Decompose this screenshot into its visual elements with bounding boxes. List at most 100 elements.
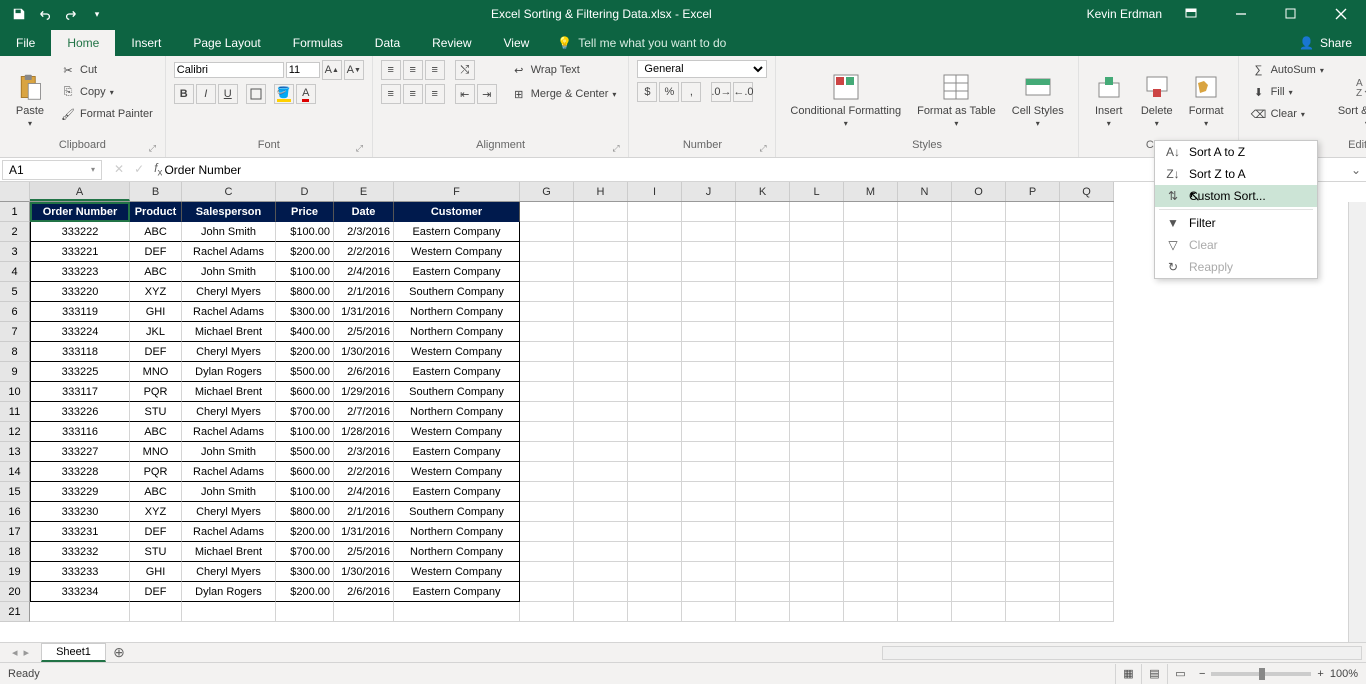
- cell[interactable]: 1/30/2016: [334, 562, 394, 582]
- cell[interactable]: Salesperson: [182, 202, 276, 222]
- cell[interactable]: [628, 582, 682, 602]
- cell[interactable]: Northern Company: [394, 522, 520, 542]
- cell[interactable]: 333117: [30, 382, 130, 402]
- cell[interactable]: [952, 222, 1006, 242]
- cell[interactable]: [628, 462, 682, 482]
- cell[interactable]: [790, 202, 844, 222]
- font-color-button[interactable]: A: [296, 84, 316, 104]
- cell[interactable]: Southern Company: [394, 382, 520, 402]
- column-header-K[interactable]: K: [736, 182, 790, 201]
- conditional-formatting-button[interactable]: Conditional Formatting▾: [784, 60, 907, 138]
- cell[interactable]: [844, 422, 898, 442]
- cell[interactable]: [952, 242, 1006, 262]
- cell[interactable]: 2/3/2016: [334, 222, 394, 242]
- page-break-view-button[interactable]: ▭: [1167, 664, 1193, 684]
- cell[interactable]: $200.00: [276, 242, 334, 262]
- cell[interactable]: Rachel Adams: [182, 522, 276, 542]
- cell[interactable]: [1060, 262, 1114, 282]
- cell[interactable]: Northern Company: [394, 322, 520, 342]
- cell[interactable]: 1/31/2016: [334, 522, 394, 542]
- cell[interactable]: [898, 362, 952, 382]
- cell[interactable]: 333116: [30, 422, 130, 442]
- cell[interactable]: $100.00: [276, 222, 334, 242]
- cell[interactable]: [628, 362, 682, 382]
- cell[interactable]: 333220: [30, 282, 130, 302]
- cell[interactable]: [1006, 602, 1060, 622]
- cell[interactable]: Eastern Company: [394, 582, 520, 602]
- cell[interactable]: [520, 462, 574, 482]
- cell[interactable]: PQR: [130, 462, 182, 482]
- cell[interactable]: 333225: [30, 362, 130, 382]
- cell[interactable]: [682, 422, 736, 442]
- cell[interactable]: [574, 582, 628, 602]
- cell[interactable]: [952, 602, 1006, 622]
- cell[interactable]: [1006, 362, 1060, 382]
- cell[interactable]: Northern Company: [394, 542, 520, 562]
- row-header[interactable]: 6: [0, 302, 30, 322]
- cell[interactable]: [574, 502, 628, 522]
- cell[interactable]: [844, 262, 898, 282]
- cell[interactable]: DEF: [130, 242, 182, 262]
- cell[interactable]: [574, 422, 628, 442]
- cell[interactable]: [844, 382, 898, 402]
- column-header-G[interactable]: G: [520, 182, 574, 201]
- row-header[interactable]: 2: [0, 222, 30, 242]
- cell[interactable]: $500.00: [276, 362, 334, 382]
- cell[interactable]: 2/2/2016: [334, 462, 394, 482]
- cell[interactable]: $800.00: [276, 282, 334, 302]
- row-header[interactable]: 16: [0, 502, 30, 522]
- cell[interactable]: John Smith: [182, 482, 276, 502]
- cell[interactable]: [952, 302, 1006, 322]
- ribbon-display-options[interactable]: [1170, 0, 1212, 28]
- increase-indent-button[interactable]: ⇥: [477, 84, 497, 104]
- cell[interactable]: Southern Company: [394, 502, 520, 522]
- cell[interactable]: [1006, 302, 1060, 322]
- tab-formulas[interactable]: Formulas: [277, 30, 359, 56]
- cell[interactable]: [1006, 382, 1060, 402]
- font-dialog-launcher[interactable]: ⤢: [356, 143, 368, 155]
- cell[interactable]: Southern Company: [394, 282, 520, 302]
- cell[interactable]: [628, 482, 682, 502]
- column-header-J[interactable]: J: [682, 182, 736, 201]
- tab-insert[interactable]: Insert: [115, 30, 177, 56]
- cell[interactable]: 333223: [30, 262, 130, 282]
- cell[interactable]: [736, 562, 790, 582]
- cell[interactable]: [952, 382, 1006, 402]
- sort-z-to-a-item[interactable]: Z↓Sort Z to A: [1155, 163, 1317, 185]
- cell[interactable]: Western Company: [394, 342, 520, 362]
- cell[interactable]: [1060, 302, 1114, 322]
- cell[interactable]: Michael Brent: [182, 322, 276, 342]
- cell[interactable]: $200.00: [276, 522, 334, 542]
- cell[interactable]: [1006, 242, 1060, 262]
- cell[interactable]: [1060, 482, 1114, 502]
- cell[interactable]: [844, 542, 898, 562]
- cell[interactable]: [736, 462, 790, 482]
- align-center-button[interactable]: ≡: [403, 84, 423, 104]
- row-header[interactable]: 4: [0, 262, 30, 282]
- cell[interactable]: STU: [130, 542, 182, 562]
- cell[interactable]: Western Company: [394, 462, 520, 482]
- row-header[interactable]: 17: [0, 522, 30, 542]
- cell[interactable]: [952, 522, 1006, 542]
- cell[interactable]: [1060, 422, 1114, 442]
- cell[interactable]: Order Number: [30, 202, 130, 222]
- cell[interactable]: 2/5/2016: [334, 542, 394, 562]
- cell[interactable]: [574, 202, 628, 222]
- cell[interactable]: [520, 422, 574, 442]
- cell[interactable]: [844, 582, 898, 602]
- cell[interactable]: [574, 302, 628, 322]
- cell[interactable]: [520, 362, 574, 382]
- cell[interactable]: [1006, 222, 1060, 242]
- redo-button[interactable]: [60, 3, 82, 25]
- cell[interactable]: [736, 602, 790, 622]
- cell[interactable]: [952, 442, 1006, 462]
- cell[interactable]: [952, 202, 1006, 222]
- row-header[interactable]: 12: [0, 422, 30, 442]
- cell[interactable]: [790, 402, 844, 422]
- cell[interactable]: [628, 562, 682, 582]
- cell[interactable]: [844, 442, 898, 462]
- cell[interactable]: [844, 282, 898, 302]
- row-header[interactable]: 10: [0, 382, 30, 402]
- cell[interactable]: [1006, 202, 1060, 222]
- cell[interactable]: [628, 342, 682, 362]
